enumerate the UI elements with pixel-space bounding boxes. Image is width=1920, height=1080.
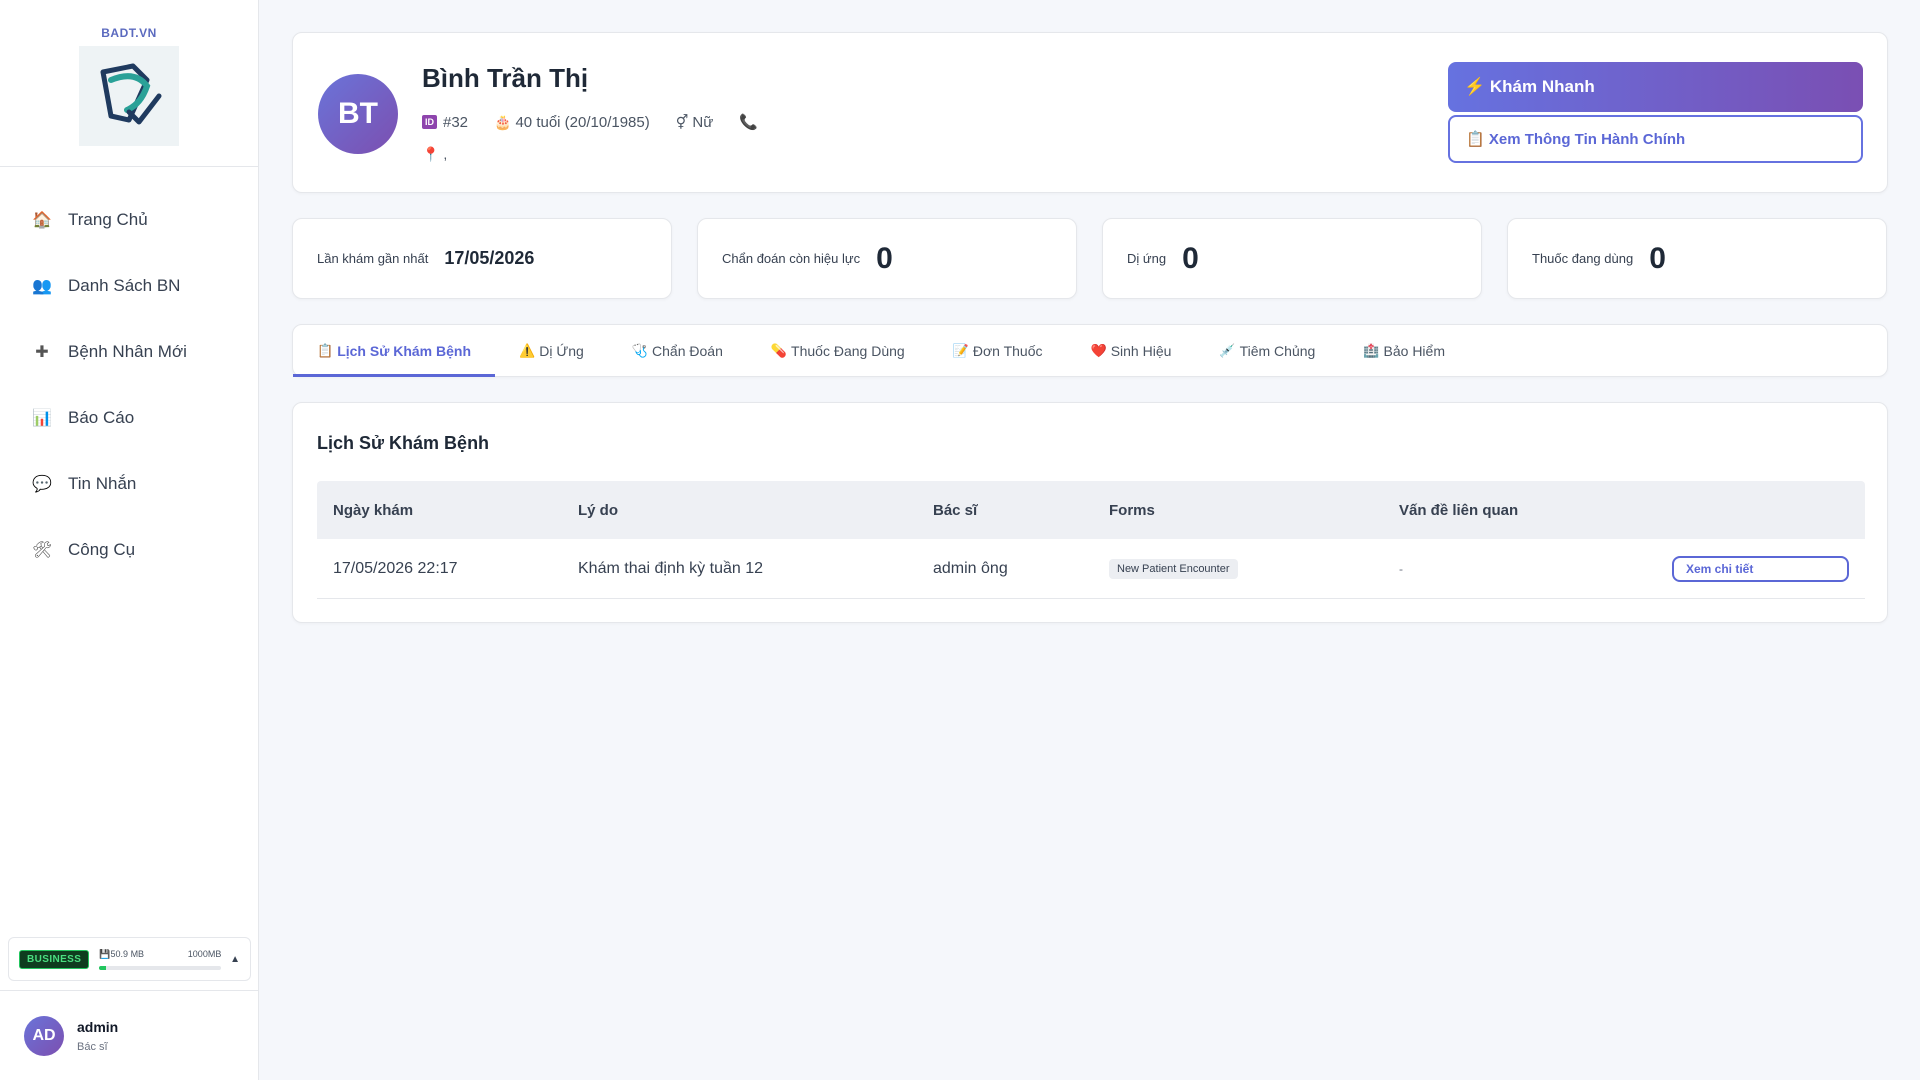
patient-id: ID #32 [422, 114, 468, 131]
syringe-icon: 💉 [1219, 342, 1236, 358]
memo-icon: 📝 [952, 342, 969, 358]
sidebar-item-label: Công Cụ [68, 540, 136, 559]
stat-last-visit: Lần khám gần nhất 17/05/2026 [292, 218, 672, 299]
cell-date: 17/05/2026 22:17 [333, 559, 458, 577]
brand-logo[interactable] [79, 46, 179, 146]
stat-value: 0 [1649, 241, 1666, 275]
stat-label: Thuốc đang dùng [1532, 251, 1634, 266]
heart-icon: ❤️ [1090, 342, 1107, 358]
tab-vitals[interactable]: ❤️ Sinh Hiệu [1067, 325, 1196, 376]
user-role: Bác sĩ [77, 1040, 108, 1053]
sidebar-item-messages[interactable]: 💬 Tin Nhắn [0, 451, 258, 517]
tab-insurance[interactable]: 🏥 Bảo Hiểm [1339, 325, 1469, 376]
table-header: Ngày khám Lý do Bác sĩ Forms Vấn đề liên… [317, 481, 1865, 539]
sidebar-item-label: Bệnh Nhân Mới [68, 342, 187, 361]
sidebar-nav: 🏠 Trang Chủ 👥 Danh Sách BN ✚ Bệnh Nhân M… [0, 167, 258, 583]
column-header-date: Ngày khám [333, 501, 414, 519]
sidebar-item-reports[interactable]: 📊 Báo Cáo [0, 385, 258, 451]
sidebar: BADT.VN 🏠 Trang Chủ 👥 Danh Sách BN ✚ Bện… [0, 0, 259, 1080]
stat-label: Chẩn đoán còn hiệu lực [722, 251, 861, 266]
column-header-forms: Forms [1109, 501, 1155, 519]
visit-history-card: Lịch Sử Khám Bệnh Ngày khám Lý do Bác sĩ… [292, 402, 1888, 623]
chart-icon: 📊 [32, 410, 52, 427]
stat-allergies: Dị ứng 0 [1102, 218, 1482, 299]
sidebar-item-label: Trang Chủ [68, 210, 148, 229]
storage-total: 1000MB [187, 948, 222, 959]
plan-badge: BUSINESS [19, 949, 90, 969]
cell-actions: Xem chi tiết [1665, 555, 1865, 582]
tab-prescriptions[interactable]: 📝 Đơn Thuốc [929, 325, 1067, 376]
tab-visit-history[interactable]: 📋 Lịch Sử Khám Bệnh [293, 325, 496, 377]
stat-current-medications: Thuốc đang dùng 0 [1507, 218, 1887, 299]
sidebar-item-label: Báo Cáo [68, 408, 135, 427]
home-icon: 🏠 [32, 212, 52, 229]
form-badge[interactable]: New Patient Encounter [1109, 558, 1238, 579]
visit-history-table: Ngày khám Lý do Bác sĩ Forms Vấn đề liên… [317, 481, 1865, 599]
warning-icon: ⚠️ [519, 342, 536, 358]
column-header-reason: Lý do [578, 501, 618, 519]
cell-doctor: admin ông [933, 559, 1008, 577]
user-avatar: AD [24, 1015, 64, 1056]
id-icon: ID [422, 115, 437, 129]
phone-icon[interactable]: 📞 [739, 113, 758, 131]
stat-value: 0 [1182, 241, 1199, 275]
column-header-issues: Vấn đề liên quan [1399, 501, 1519, 519]
sidebar-item-new-patient[interactable]: ✚ Bệnh Nhân Mới [0, 319, 258, 385]
stethoscope-icon: 🩺 [631, 342, 649, 358]
column-header-doctor: Bác sĩ [933, 501, 978, 519]
stat-active-diagnoses: Chẩn đoán còn hiệu lực 0 [697, 218, 1077, 299]
table-row: 17/05/2026 22:17 Khám thai định kỳ tuần … [317, 539, 1865, 599]
stat-label: Lần khám gần nhất [317, 251, 429, 266]
sidebar-item-label: Tin Nhắn [68, 474, 137, 493]
plus-icon: ✚ [35, 344, 49, 361]
users-icon: 👥 [32, 278, 52, 295]
stat-label: Dị ứng [1127, 251, 1167, 266]
logo-icon [100, 63, 162, 125]
storage-used: 💾50.9 MB [99, 948, 145, 959]
section-title: Lịch Sử Khám Bệnh [317, 433, 490, 453]
storage-progress-bar [99, 965, 222, 970]
cell-forms: New Patient Encounter [1109, 558, 1399, 579]
storage-usage: 💾50.9 MB 1000MB [99, 948, 222, 970]
hospital-icon: 🏥 [1363, 342, 1380, 358]
location-pin-icon: 📍 [422, 146, 440, 162]
tab-allergies[interactable]: ⚠️ Dị Ứng [495, 325, 608, 376]
clipboard-icon: 📋 [317, 342, 334, 358]
stat-value: 0 [876, 241, 893, 275]
sidebar-item-label: Danh Sách BN [68, 276, 181, 295]
sidebar-item-patient-list[interactable]: 👥 Danh Sách BN [0, 253, 258, 319]
cell-issues: - [1399, 561, 1403, 576]
cell-reason: Khám thai định kỳ tuần 12 [578, 559, 764, 577]
storage-plan-widget[interactable]: BUSINESS 💾50.9 MB 1000MB ▲ [8, 937, 251, 981]
gender-icon: ⚥ [675, 113, 689, 130]
user-profile[interactable]: AD admin Bác sĩ [0, 990, 259, 1080]
brand-name: BADT.VN [101, 26, 157, 40]
patient-gender: ⚥ Nữ [675, 113, 714, 131]
patient-address: 📍 , [422, 146, 448, 162]
view-details-button[interactable]: Xem chi tiết [1672, 555, 1849, 582]
patient-meta: ID #32 🎂 40 tuổi (20/10/1985) ⚥ Nữ 📞 [422, 113, 784, 131]
sidebar-item-home[interactable]: 🏠 Trang Chủ [0, 187, 258, 253]
chevron-up-icon[interactable]: ▲ [230, 954, 240, 965]
user-name: admin [77, 1018, 119, 1035]
tab-current-medications[interactable]: 💊 Thuốc Đang Dùng [747, 325, 929, 376]
patient-age: 🎂 40 tuổi (20/10/1985) [494, 113, 650, 131]
patient-name: Bình Trần Thị [422, 63, 589, 93]
patient-tabs: 📋 Lịch Sử Khám Bệnh ⚠️ Dị Ứng 🩺 Chẩn Đoá… [292, 324, 1888, 377]
quick-exam-button[interactable]: ⚡ Khám Nhanh [1448, 62, 1863, 112]
view-admin-info-button[interactable]: 📋 Xem Thông Tin Hành Chính [1448, 115, 1863, 163]
tools-icon: 🛠 [32, 542, 53, 559]
cake-icon: 🎂 [494, 113, 512, 130]
patient-header-card: BT Bình Trần Thị ID #32 🎂 40 tuổi (20/10… [292, 32, 1888, 193]
tab-diagnoses[interactable]: 🩺 Chẩn Đoán [608, 325, 747, 376]
patient-avatar: BT [318, 74, 398, 154]
sidebar-item-tools[interactable]: 🛠 Công Cụ [0, 517, 258, 583]
brand-area: BADT.VN [0, 0, 258, 167]
storage-progress-fill [99, 965, 106, 970]
message-icon: 💬 [32, 476, 52, 493]
stat-value: 17/05/2026 [444, 248, 535, 268]
tab-immunizations[interactable]: 💉 Tiêm Chủng [1195, 325, 1339, 376]
pill-icon: 💊 [770, 342, 788, 358]
